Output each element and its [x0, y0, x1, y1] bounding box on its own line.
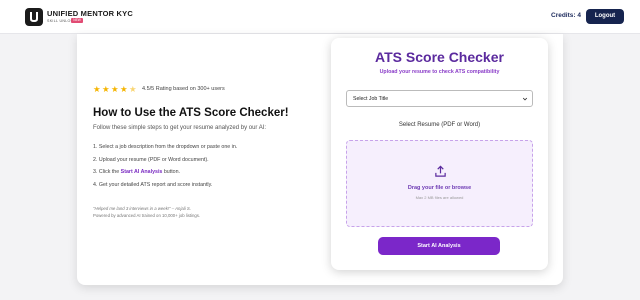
step-3-prefix: 3. Click the: [93, 169, 121, 175]
how-to-title: How to Use the ATS Score Checker!: [93, 107, 289, 119]
logout-button[interactable]: Logout: [586, 9, 624, 24]
brand-badge: NEW: [71, 18, 83, 23]
star-icon: ★: [93, 84, 101, 94]
job-title-select[interactable]: Select Job Title: [346, 90, 533, 107]
rating-text: 4.5/5 Rating based on 300+ users: [142, 86, 225, 92]
powered-by-note: Powered by advanced AI trained on 10,000…: [93, 213, 201, 218]
star-icon: ★: [102, 84, 110, 94]
star-icon: ★: [120, 84, 128, 94]
start-ai-analysis-button[interactable]: Start AI Analysis: [378, 237, 500, 255]
step-4: 4. Get your detailed ATS report and scor…: [93, 181, 213, 188]
star-half-icon: ★: [129, 84, 137, 94]
how-to-subtitle: Follow these simple steps to get your re…: [93, 125, 267, 131]
rating-row: ★ ★ ★ ★ ★ 4.5/5 Rating based on 300+ use…: [93, 84, 225, 94]
rating-stars: ★ ★ ★ ★ ★: [93, 84, 137, 94]
upload-icon: [435, 165, 446, 177]
step-3-suffix: button.: [162, 169, 181, 175]
chevron-down-icon: [522, 97, 528, 101]
brand-name: UNIFIED MENTOR KYC: [47, 9, 133, 18]
step-3: 3. Click the Start AI Analysis button.: [93, 168, 237, 181]
steps-list: 1. Select a job description from the dro…: [93, 143, 237, 193]
credits-counter: Credits: 4: [551, 12, 581, 19]
resume-label: Select Resume (PDF or Word): [398, 122, 481, 128]
top-navbar: UNIFIED MENTOR KYC SKILL UNLOCKED NEW Cr…: [0, 0, 640, 34]
step-1: 1. Select a job description from the dro…: [93, 144, 238, 150]
checker-title: ATS Score Checker: [375, 49, 504, 65]
dropzone-hint: Max 2 MB files are allowed: [415, 195, 464, 200]
dropzone-text: Drag your file or browse: [407, 185, 472, 191]
step-2: 2. Upload your resume (PDF or Word docum…: [93, 156, 209, 163]
checker-subtitle: Upload your resume to check ATS compatib…: [379, 69, 500, 75]
testimonial: "Helped me land 3 interviews in a week!"…: [93, 206, 191, 211]
brand-logo-icon[interactable]: [24, 7, 44, 27]
step-3-highlight: Start AI Analysis: [120, 169, 163, 175]
job-title-select-value: Select Job Title: [353, 96, 389, 102]
star-icon: ★: [111, 84, 119, 94]
resume-dropzone[interactable]: Drag your file or browse Max 2 MB files …: [346, 140, 533, 227]
